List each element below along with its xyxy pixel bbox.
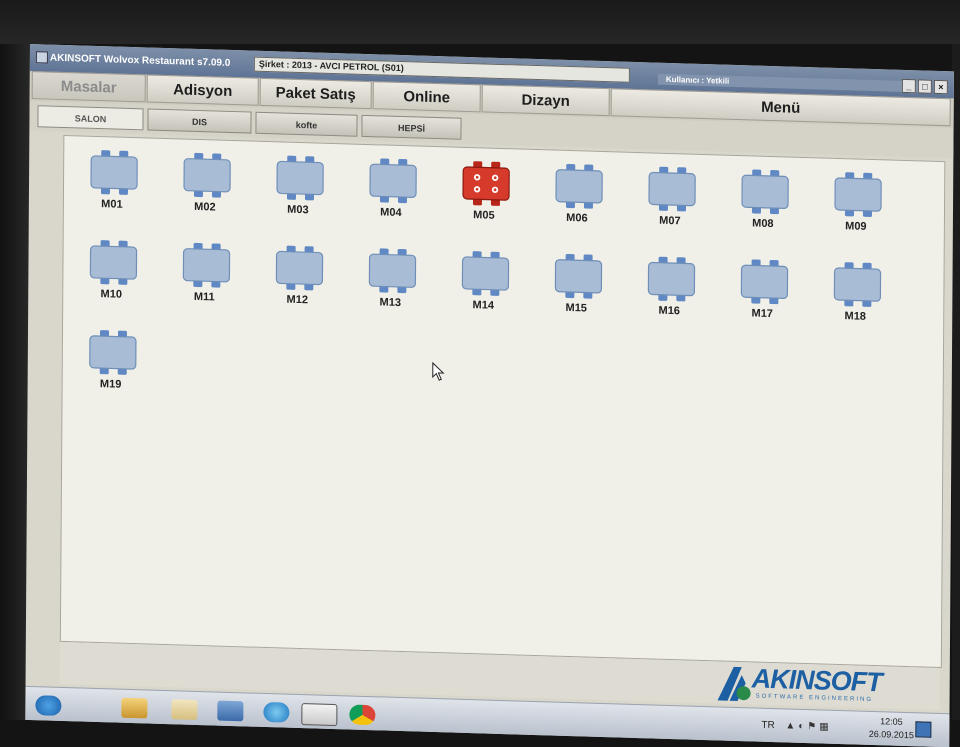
tray-time[interactable]: 12:05: [871, 716, 911, 727]
tab-online[interactable]: Online: [372, 81, 481, 113]
table-m05[interactable]: M05: [448, 155, 521, 229]
empty-table-icon: [89, 240, 138, 285]
table-label: M11: [193, 290, 215, 304]
table-m06[interactable]: M06: [541, 158, 614, 232]
empty-table-icon: [275, 245, 324, 291]
mouse-cursor-icon: [432, 361, 445, 381]
table-m12[interactable]: M12: [261, 240, 334, 314]
section-tab-salon[interactable]: SALON: [37, 105, 144, 131]
empty-table-icon: [368, 248, 417, 294]
table-m01[interactable]: M01: [76, 144, 149, 218]
tray-language[interactable]: TR: [761, 720, 774, 731]
empty-table-icon: [554, 253, 603, 299]
tray-date[interactable]: 26.09.2015: [861, 729, 921, 741]
empty-table-icon: [555, 163, 603, 209]
table-m16[interactable]: M16: [633, 251, 706, 325]
table-label: M05: [473, 209, 495, 222]
table-m03[interactable]: M03: [262, 150, 335, 224]
table-label: M14: [472, 299, 495, 312]
table-label: M02: [194, 200, 216, 214]
table-m14[interactable]: M14: [447, 245, 520, 319]
monitor-bezel-top: [0, 0, 960, 44]
table-m15[interactable]: M15: [540, 248, 613, 322]
tab-paket-satis[interactable]: Paket Satış: [259, 77, 372, 110]
screen: AKINSOFT Wolvox Restaurant s7.09.0 Şirke…: [25, 44, 954, 747]
empty-table-icon: [369, 158, 417, 204]
empty-table-icon: [461, 251, 510, 296]
empty-table-icon: [833, 262, 882, 307]
tab-adisyon[interactable]: Adisyon: [146, 74, 259, 106]
empty-table-icon: [741, 169, 789, 215]
table-label: M01: [101, 198, 123, 211]
show-desktop-button[interactable]: [915, 721, 932, 738]
folder-icon[interactable]: [171, 699, 198, 720]
maximize-icon[interactable]: □: [917, 79, 932, 94]
empty-table-icon: [183, 152, 231, 198]
tab-dizayn[interactable]: Dizayn: [481, 84, 610, 117]
window-title: AKINSOFT Wolvox Restaurant s7.09.0: [49, 52, 231, 69]
table-label: M09: [845, 220, 867, 233]
table-m19[interactable]: M19: [75, 324, 148, 398]
section-tab-hepsi[interactable]: HEPSİ: [361, 114, 462, 140]
table-label: M06: [566, 211, 588, 225]
close-icon[interactable]: ×: [933, 79, 948, 95]
table-label: M13: [379, 296, 402, 310]
occupied-table-icon: [462, 161, 510, 206]
table-label: M04: [380, 206, 402, 220]
tray-icons[interactable]: ▲◐⚑▦: [785, 720, 831, 732]
table-label: M16: [658, 304, 680, 318]
table-label: M19: [99, 378, 122, 391]
section-tab-kofte[interactable]: kofte: [255, 111, 358, 137]
restaurant-app-icon[interactable]: [301, 703, 338, 727]
table-m13[interactable]: M13: [354, 243, 427, 317]
table-label: M18: [844, 310, 866, 323]
empty-table-icon: [647, 256, 696, 302]
empty-table-icon: [648, 166, 696, 212]
empty-table-icon: [182, 242, 231, 288]
table-layout-area: M01 M02 M03 M04 M05 M06 M07 M08 M09 M10 M11 M12 M13 M…: [59, 134, 946, 669]
table-m17[interactable]: M17: [726, 254, 799, 328]
table-m02[interactable]: M02: [169, 147, 242, 221]
table-label: M15: [565, 301, 588, 315]
table-m11[interactable]: M11: [168, 237, 241, 311]
section-tab-dis[interactable]: DIS: [147, 108, 252, 134]
empty-table-icon: [89, 330, 137, 375]
table-label: M12: [286, 293, 309, 307]
table-label: M17: [751, 307, 773, 321]
empty-table-icon: [740, 259, 789, 305]
table-m09[interactable]: M09: [820, 166, 893, 240]
app-icon: [35, 51, 48, 64]
tab-masalar[interactable]: Masalar: [31, 71, 146, 103]
empty-table-icon: [276, 155, 324, 201]
empty-table-icon: [90, 150, 138, 195]
table-label: M03: [287, 203, 309, 217]
table-m08[interactable]: M08: [727, 164, 800, 238]
user-label: Kullanıcı : Yetkili: [657, 73, 926, 93]
table-m18[interactable]: M18: [819, 256, 892, 330]
table-label: M08: [752, 217, 774, 231]
explorer-icon[interactable]: [121, 697, 148, 719]
table-label: M10: [100, 288, 123, 301]
akinsoft-logo: AKINSOFT SOFTWARE ENGINEERING: [716, 660, 906, 712]
akinsoft-logo-mark-icon: [717, 666, 751, 702]
table-m04[interactable]: M04: [355, 153, 428, 227]
start-orb-icon[interactable]: [35, 695, 62, 716]
window-controls: _ □ ×: [900, 78, 948, 95]
chrome-icon[interactable]: [349, 704, 376, 726]
minimize-icon[interactable]: _: [901, 78, 916, 94]
table-m07[interactable]: M07: [634, 161, 707, 235]
table-m10[interactable]: M10: [75, 234, 148, 308]
network-icon[interactable]: [217, 700, 244, 722]
table-label: M07: [659, 214, 681, 228]
empty-table-icon: [834, 172, 882, 217]
